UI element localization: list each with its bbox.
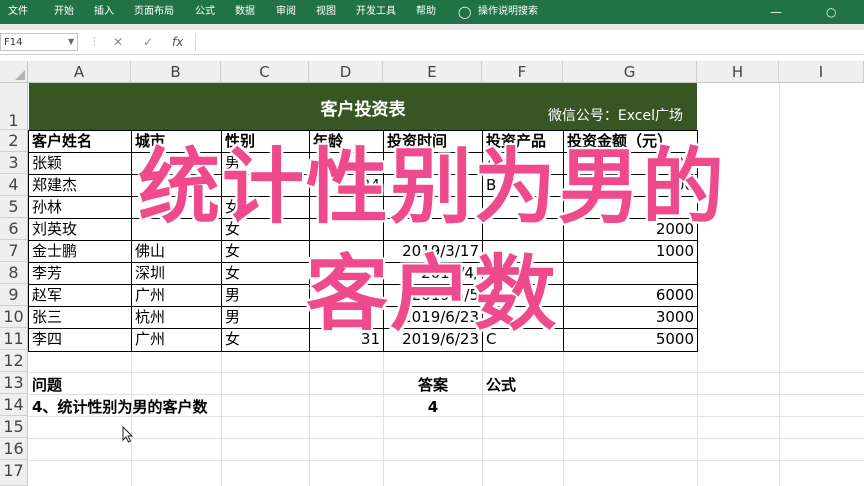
column-header-c[interactable]: C [221,61,309,83]
row-header-1[interactable]: 1 [0,83,28,130]
column-header-h[interactable]: H [697,61,779,83]
select-all-corner[interactable] [0,61,28,83]
column-header-e[interactable]: E [383,61,482,83]
column-header-d[interactable]: D [309,61,383,83]
answer-header-cell[interactable]: 答案 [384,373,482,394]
table-title-cell[interactable]: 客户投资表 微信公号：Excel广场 [29,83,697,130]
gridline [28,416,864,417]
tab-help[interactable]: 帮助 [416,0,436,24]
gridline [28,438,864,439]
overlay-caption-line-1: 统计性别为男的 [137,140,726,235]
grip-icon: ⋮ [90,37,99,47]
row-header-16[interactable]: 16 [0,438,28,460]
tab-view[interactable]: 视图 [316,0,336,24]
fx-icon[interactable]: fx [172,33,183,51]
restore-icon[interactable]: ○ [826,0,836,24]
column-header-a[interactable]: A [28,61,131,83]
tab-home[interactable]: 开始 [54,0,74,24]
overlay-caption-line-2: 客户数 [305,247,558,342]
tab-review[interactable]: 审阅 [276,0,296,24]
enter-icon[interactable]: ✓ [143,33,153,51]
row-header-17[interactable]: 17 [0,460,28,486]
mouse-cursor-icon [122,426,134,443]
cancel-icon[interactable]: ✕ [113,33,123,51]
question-cell[interactable]: 4、统计性别为男的客户数 [29,395,369,416]
formula-bar: F14 ▼ ⋮ ✕ ✓ fx [0,30,864,55]
table-border [28,351,698,352]
minimize-icon[interactable]: — [770,0,782,24]
watermark-text: 微信公号：Excel广场 [547,108,683,124]
row-header-13[interactable]: 13 [0,372,28,394]
formula-input[interactable] [195,33,864,51]
column-header-b[interactable]: B [131,61,221,83]
row-header-14[interactable]: 14 [0,394,28,416]
ribbon-tabs: 文件 开始 插入 页面布局 公式 数据 审阅 视图 开发工具 帮助 ◯ 操作说明… [0,0,864,24]
row-header-12[interactable]: 12 [0,350,28,372]
column-header-g[interactable]: G [563,61,697,83]
tab-formulas[interactable]: 公式 [195,0,215,24]
column-header-f[interactable]: F [482,61,563,83]
answer-cell[interactable]: 4 [384,395,482,416]
chevron-down-icon[interactable]: ▼ [68,33,74,51]
gridline [28,460,864,461]
question-header-cell[interactable]: 问题 [29,373,131,394]
tab-page-layout[interactable]: 页面布局 [134,0,174,24]
tab-data[interactable]: 数据 [235,0,255,24]
column-header-i[interactable]: I [779,61,864,83]
tab-insert[interactable]: 插入 [94,0,114,24]
row-header-15[interactable]: 15 [0,416,28,438]
lightbulb-icon: ◯ [458,5,472,19]
name-box[interactable]: F14 [0,33,78,51]
tab-developer[interactable]: 开发工具 [356,0,396,24]
formula-header-cell[interactable]: 公式 [483,373,563,394]
tab-file[interactable]: 文件 [8,0,28,24]
tell-me-search[interactable]: 操作说明搜索 [478,0,538,24]
